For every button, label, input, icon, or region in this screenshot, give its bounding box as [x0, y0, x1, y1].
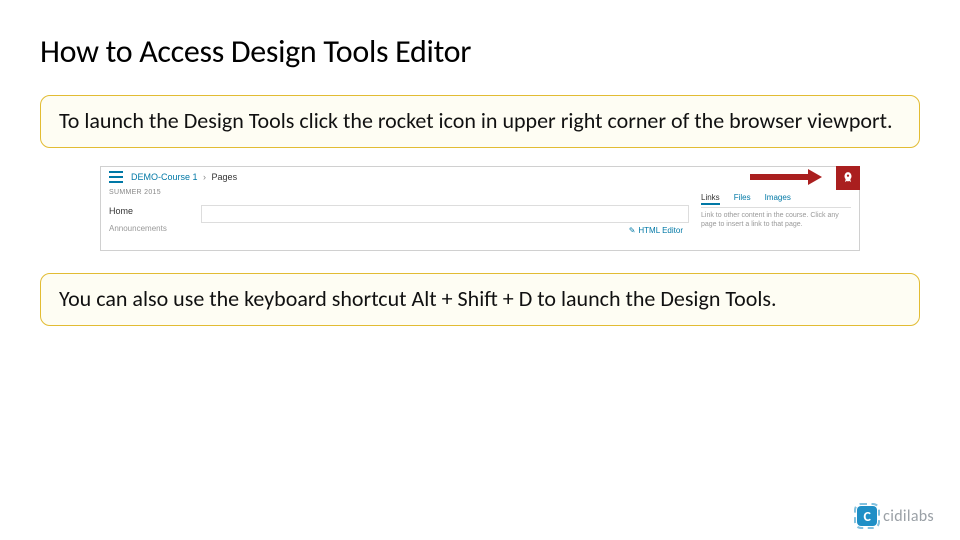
screenshot-canvas: DEMO-Course 1 › Pages SUMMER 2015 Home A… — [100, 166, 860, 251]
callout-primary: To launch the Design Tools click the roc… — [40, 95, 920, 148]
pencil-icon: ✎ — [629, 226, 636, 235]
slide-title: How to Access Design Tools Editor — [40, 32, 920, 71]
arrow-icon — [750, 169, 830, 185]
screenshot-leftnav: SUMMER 2015 Home Announcements — [109, 187, 189, 233]
breadcrumb-separator: › — [203, 172, 206, 182]
html-editor-link[interactable]: ✎HTML Editor — [629, 226, 683, 235]
breadcrumb-course[interactable]: DEMO-Course 1 — [131, 172, 198, 182]
breadcrumb-page: Pages — [212, 172, 238, 182]
nav-home[interactable]: Home — [109, 206, 189, 216]
hamburger-icon[interactable] — [109, 171, 123, 183]
breadcrumb: DEMO-Course 1 › Pages — [131, 172, 237, 182]
logo-badge: C — [857, 506, 877, 526]
screenshot-main: ✎HTML Editor — [201, 187, 689, 233]
slide: How to Access Design Tools Editor To lau… — [0, 0, 960, 540]
nav-announcements[interactable]: Announcements — [109, 224, 189, 233]
term-label: SUMMER 2015 — [109, 189, 189, 196]
rocket-icon — [841, 171, 855, 185]
panel-hint: Link to other content in the course. Cli… — [701, 212, 851, 230]
tab-images[interactable]: Images — [765, 193, 791, 205]
title-input[interactable] — [201, 205, 689, 223]
callout-secondary: You can also use the keyboard shortcut A… — [40, 273, 920, 326]
tab-files[interactable]: Files — [734, 193, 751, 205]
tab-links[interactable]: Links — [701, 193, 720, 205]
brand-logo: C cidilabs — [857, 506, 934, 526]
screenshot-topbar: DEMO-Course 1 › Pages — [101, 167, 859, 185]
rocket-launch-button[interactable] — [836, 166, 860, 190]
screenshot-rightpanel: Links Files Images Link to other content… — [701, 187, 851, 233]
logo-text: cidilabs — [883, 507, 934, 526]
pointer-overlay — [750, 166, 860, 190]
